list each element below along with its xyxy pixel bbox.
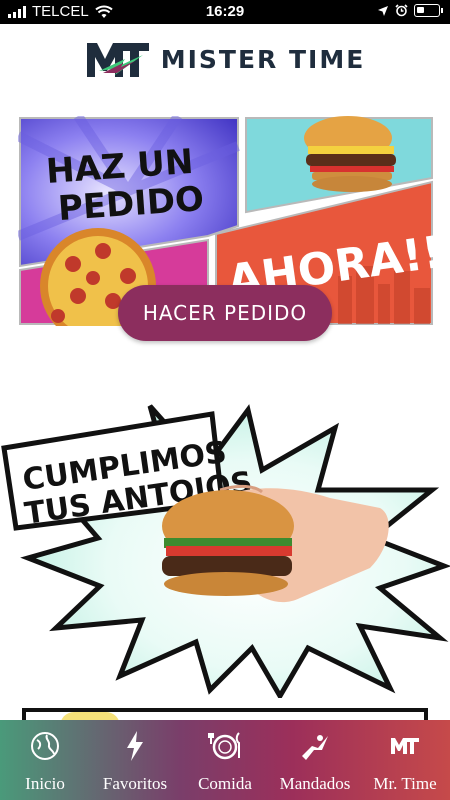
tab-label: Comida xyxy=(198,774,252,793)
battery-icon xyxy=(414,4,443,17)
tab-label: Mandados xyxy=(279,774,351,793)
plate-icon xyxy=(208,730,242,762)
mt-logo-icon xyxy=(390,730,420,762)
runner-icon xyxy=(298,730,332,762)
tab-mandados[interactable]: Mandados xyxy=(270,720,360,800)
tab-comida[interactable]: Comida xyxy=(180,720,270,800)
order-now-button[interactable]: HACER PEDIDO xyxy=(118,285,332,341)
app-header: MISTER TIME xyxy=(0,24,450,94)
bottom-tab-bar: Inicio Favoritos Comida Mandados Mr. Tim… xyxy=(0,720,450,800)
tab-inicio[interactable]: Inicio xyxy=(0,720,90,800)
tab-label: Favoritos xyxy=(102,774,168,793)
alarm-icon xyxy=(395,4,408,17)
promo-card[interactable]: CUMPLIMOS TUS ANTOJOS xyxy=(0,398,450,701)
promo-art: CUMPLIMOS TUS ANTOJOS xyxy=(1,404,450,701)
burger-image xyxy=(304,116,396,192)
lightning-icon xyxy=(123,730,147,762)
tab-label: Inicio xyxy=(25,774,65,793)
location-icon xyxy=(378,5,388,16)
status-bar: TELCEL 16:29 xyxy=(0,0,450,24)
mister-time-logo-icon xyxy=(86,43,149,77)
tab-mr-time[interactable]: Mr. Time xyxy=(360,720,450,800)
brand-name: MISTER TIME xyxy=(160,44,366,74)
tab-label: Mr. Time xyxy=(373,774,437,793)
tab-favoritos[interactable]: Favoritos xyxy=(90,720,180,800)
globe-icon xyxy=(29,730,61,762)
